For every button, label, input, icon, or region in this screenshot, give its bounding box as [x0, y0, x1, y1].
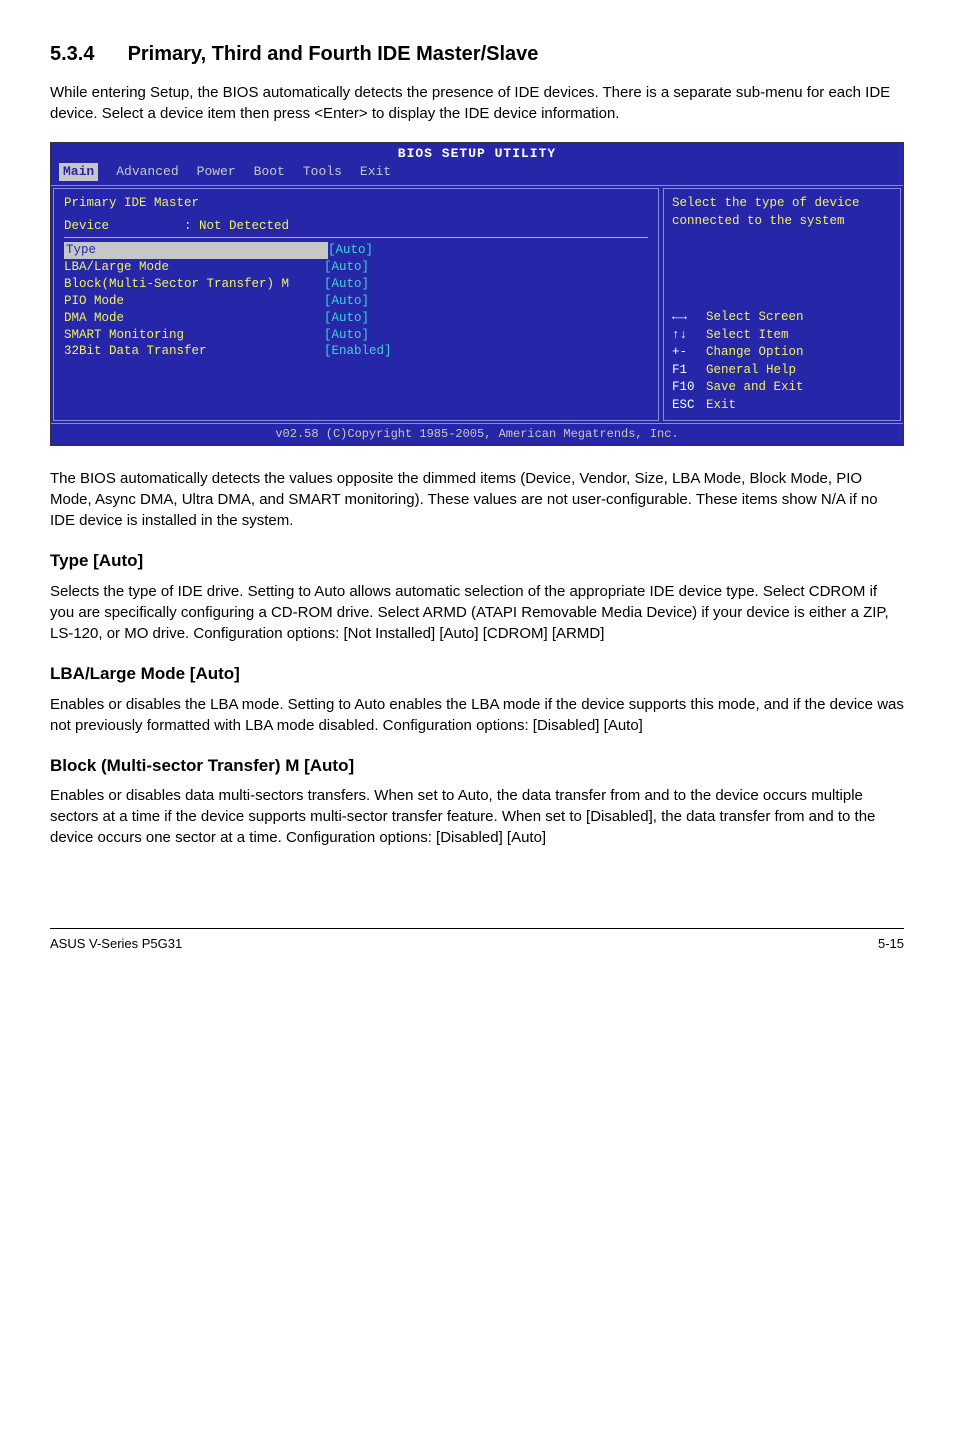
bios-row-value: [Auto]	[324, 327, 648, 344]
legend-text: Save and Exit	[706, 380, 804, 394]
legend-key: ESC	[672, 397, 706, 415]
legend-text: General Help	[706, 363, 796, 377]
bios-panel-title: Primary IDE Master	[64, 195, 648, 212]
bios-menu-bar: Main Advanced Power Boot Tools Exit	[51, 163, 903, 185]
bios-menu-power[interactable]: Power	[197, 163, 236, 181]
bios-menu-tools[interactable]: Tools	[303, 163, 342, 181]
bios-row-label: DMA Mode	[64, 310, 324, 327]
bios-row-label: Type	[64, 242, 328, 259]
bios-right-panel: Select the type of device connected to t…	[663, 188, 901, 421]
bios-row-value: [Auto]	[328, 242, 648, 259]
heading-lba: LBA/Large Mode [Auto]	[50, 662, 904, 686]
footer-left: ASUS V-Series P5G31	[50, 935, 182, 953]
bios-row-label: LBA/Large Mode	[64, 259, 324, 276]
legend-text: Change Option	[706, 345, 804, 359]
heading-block: Block (Multi-sector Transfer) M [Auto]	[50, 754, 904, 778]
footer-page-number: 5-15	[878, 935, 904, 953]
section-name: Primary, Third and Fourth IDE Master/Sla…	[128, 43, 539, 65]
bios-menu-boot[interactable]: Boot	[254, 163, 285, 181]
section-title: 5.3.4 Primary, Third and Fourth IDE Mast…	[50, 40, 904, 68]
legend-key: ↑↓	[672, 327, 706, 345]
legend-key: +-	[672, 344, 706, 362]
bios-row-value: [Auto]	[324, 293, 648, 310]
legend-key: F10	[672, 379, 706, 397]
legend-text: Exit	[706, 398, 736, 412]
legend-text: Select Screen	[706, 310, 804, 324]
bios-left-panel: Primary IDE Master Device : Not Detected…	[53, 188, 659, 421]
bios-help-text: Select the type of device connected to t…	[672, 195, 892, 230]
bios-row-value: [Enabled]	[324, 343, 648, 360]
paragraph-lba: Enables or disables the LBA mode. Settin…	[50, 694, 904, 736]
legend-key: ←→	[672, 309, 706, 327]
bios-menu-advanced[interactable]: Advanced	[116, 163, 178, 181]
bios-row-smart[interactable]: SMART Monitoring [Auto]	[64, 327, 648, 344]
bios-row-pio[interactable]: PIO Mode [Auto]	[64, 293, 648, 310]
section-number: 5.3.4	[50, 40, 122, 68]
bios-row-value: [Auto]	[324, 310, 648, 327]
bios-divider	[64, 237, 648, 238]
bios-device-row: Device : Not Detected	[64, 218, 648, 235]
bios-row-value: [Auto]	[324, 276, 648, 293]
bios-setup-screenshot: BIOS SETUP UTILITY Main Advanced Power B…	[50, 142, 904, 446]
bios-row-value: [Auto]	[324, 259, 648, 276]
bios-header: BIOS SETUP UTILITY	[51, 143, 903, 163]
bios-row-block[interactable]: Block(Multi-Sector Transfer) M [Auto]	[64, 276, 648, 293]
bios-row-label: PIO Mode	[64, 293, 324, 310]
bios-legend: ←→Select Screen ↑↓Select Item +-Change O…	[672, 309, 892, 414]
bios-row-label: 32Bit Data Transfer	[64, 343, 324, 360]
bios-device-value: : Not Detected	[184, 218, 648, 235]
bios-footer: v02.58 (C)Copyright 1985-2005, American …	[51, 423, 903, 445]
paragraph-type: Selects the type of IDE drive. Setting t…	[50, 581, 904, 644]
bios-menu-main[interactable]: Main	[59, 163, 98, 181]
bios-row-dma[interactable]: DMA Mode [Auto]	[64, 310, 648, 327]
legend-key: F1	[672, 362, 706, 380]
bios-row-label: SMART Monitoring	[64, 327, 324, 344]
bios-row-lba[interactable]: LBA/Large Mode [Auto]	[64, 259, 648, 276]
bios-menu-exit[interactable]: Exit	[360, 163, 391, 181]
paragraph-block: Enables or disables data multi-sectors t…	[50, 785, 904, 848]
legend-text: Select Item	[706, 328, 789, 342]
bios-row-type[interactable]: Type [Auto]	[64, 242, 648, 259]
intro-paragraph: While entering Setup, the BIOS automatic…	[50, 82, 904, 124]
bios-row-32bit[interactable]: 32Bit Data Transfer [Enabled]	[64, 343, 648, 360]
bios-row-label: Block(Multi-Sector Transfer) M	[64, 276, 324, 293]
heading-type: Type [Auto]	[50, 549, 904, 573]
page-footer: ASUS V-Series P5G31 5-15	[50, 928, 904, 953]
paragraph-dimmed-items: The BIOS automatically detects the value…	[50, 468, 904, 531]
